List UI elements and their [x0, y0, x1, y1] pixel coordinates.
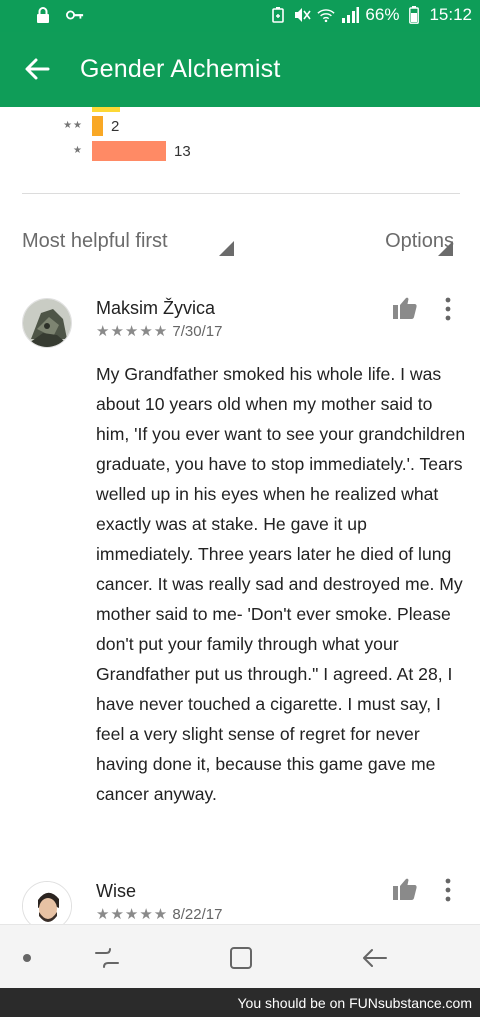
review-author: Wise [96, 881, 136, 901]
rating-count: 13 [174, 143, 191, 160]
divider [22, 193, 460, 194]
more-options-icon[interactable] [438, 296, 458, 322]
dot-icon[interactable] [12, 943, 42, 973]
system-nav-bar [0, 924, 480, 988]
thumbs-up-icon[interactable] [392, 877, 418, 901]
rating-bar [92, 141, 166, 161]
more-options-icon[interactable] [438, 877, 458, 903]
rating-count: 2 [111, 118, 120, 135]
rating-bar [92, 116, 103, 136]
page-title: Gender Alchemist [80, 55, 281, 83]
review-author: Maksim Žyvica [96, 298, 216, 318]
lock-icon [34, 6, 52, 24]
rating-row-stars: ★★ [63, 120, 83, 131]
review-meta: ★★★★★ 7/30/17 [96, 322, 222, 340]
battery-percent: 66% [365, 5, 400, 24]
sort-dropdown[interactable]: Most helpful first [22, 230, 168, 253]
sort-label: Most helpful first [22, 230, 168, 252]
status-bar: 66% 15:12 [0, 0, 480, 32]
review-date: 7/30/17 [172, 323, 223, 340]
mute-icon [293, 6, 312, 24]
sort-bar: Most helpful first Options [0, 228, 480, 264]
app-bar: Gender Alchemist [0, 32, 480, 107]
review-meta: ★★★★★ 8/22/17 [96, 905, 222, 923]
back-icon[interactable] [360, 943, 390, 973]
review-date: 8/22/17 [172, 906, 223, 923]
screen: 66% 15:12 Gender Alchemist ★★ 2 ★ 13 Mos… [0, 0, 480, 1017]
wifi-icon [317, 6, 336, 24]
recents-icon[interactable] [92, 943, 122, 973]
key-icon [66, 6, 84, 24]
review-stars: ★★★★★ [96, 323, 169, 340]
clock: 15:12 [429, 5, 472, 24]
review-stars: ★★★★★ [96, 906, 169, 923]
arrow-back-icon[interactable] [22, 54, 52, 84]
rating-row-two-stars: ★★ 2 [0, 116, 480, 140]
rating-row-one-star: ★ 13 [0, 141, 480, 165]
review-text: My Grandfather smoked his whole life. I … [96, 364, 466, 804]
thumbs-up-icon[interactable] [392, 296, 418, 320]
watermark-text: You should be on FUNsubstance.com [237, 995, 472, 1011]
battery-saver-icon [269, 6, 287, 24]
home-icon[interactable] [226, 943, 256, 973]
watermark-banner: You should be on FUNsubstance.com [0, 988, 480, 1017]
signal-icon [341, 6, 360, 24]
avatar[interactable] [22, 298, 72, 348]
rating-row-stars: ★ [73, 145, 83, 156]
options-dropdown-arrow-icon[interactable] [438, 241, 453, 256]
battery-icon [405, 6, 423, 24]
sort-dropdown-arrow-icon[interactable] [219, 241, 234, 256]
rating-bar-partial [92, 107, 120, 112]
